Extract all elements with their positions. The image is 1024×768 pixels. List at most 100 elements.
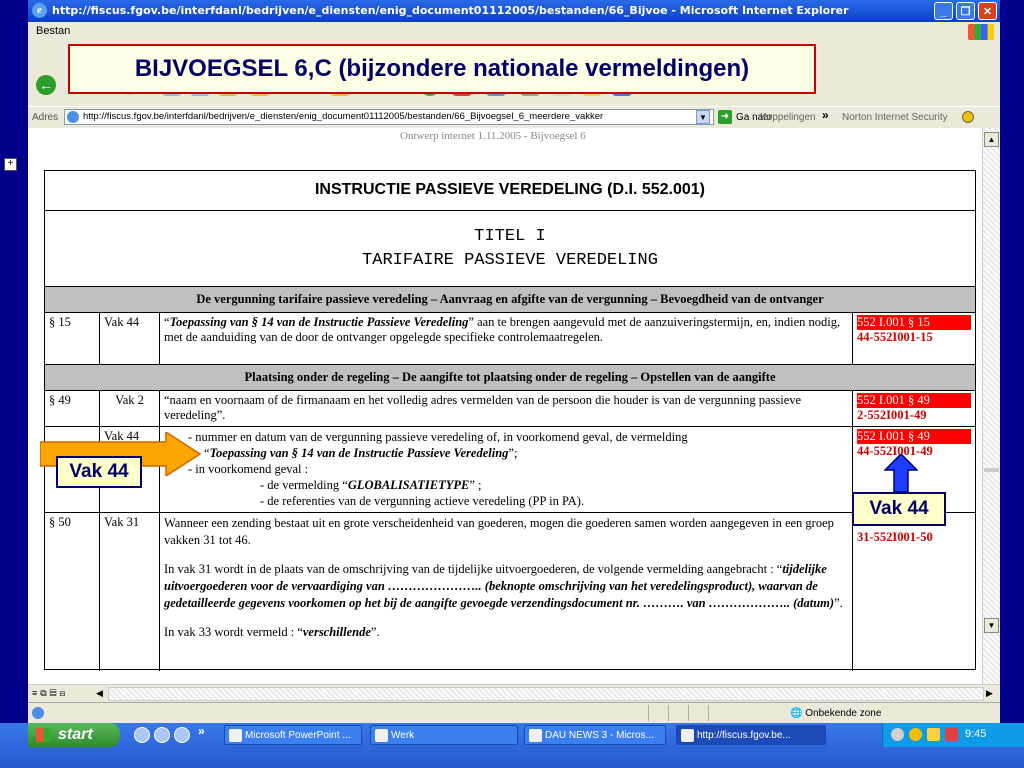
address-input[interactable]: http://fiscus.fgov.be/interfdanl/bedrijv… [64, 109, 714, 125]
quicklaunch-chevron[interactable]: » [198, 724, 205, 738]
code-cell: 31-552I001-50 [853, 513, 975, 671]
minimize-button[interactable]: _ [934, 2, 953, 20]
instruction-title: INSTRUCTIE PASSIEVE VEREDELING (D.I. 552… [45, 171, 975, 211]
scroll-thumb[interactable] [984, 468, 999, 472]
task-label: Microsoft PowerPoint ... [245, 730, 351, 741]
close-button[interactable]: ✕ [978, 2, 997, 20]
table-row: § 50 Vak 31 Wanneer een zending bestaat … [45, 513, 975, 671]
table-row: § 15 Vak 44 “Toepassing van § 14 van de … [45, 313, 975, 365]
document-ghost-header: Ontwerp internet 1.11.2005 - Bijvoegsel … [400, 130, 586, 142]
text-part-italic: GLOBALISATIETYPE [347, 478, 470, 492]
text-part-italic: Toepassing van § 14 van de Instructie Pa… [169, 315, 469, 329]
scroll-down-icon[interactable]: ▼ [984, 618, 999, 633]
table-row: § 49 Vak 2 “naam en voornaam of de firma… [45, 391, 975, 427]
task-ie[interactable]: http://fiscus.fgov.be... [676, 725, 826, 745]
section1-header: De vergunning tarifaire passieve veredel… [45, 287, 975, 313]
text-cell: Wanneer een zending bestaat uit en grote… [160, 513, 853, 671]
tray-chevron-icon[interactable] [891, 728, 904, 741]
code-cell: 552 I.001 § 15 44-552I001-15 [853, 313, 975, 364]
back-icon[interactable]: ← [36, 75, 56, 95]
maximize-button[interactable]: ❐ [956, 2, 975, 20]
blue-up-arrow-icon [884, 454, 918, 493]
task-label: Werk [391, 730, 415, 741]
norton-button[interactable]: Norton Internet Security [842, 112, 948, 123]
folder-icon [375, 729, 388, 742]
start-label: start [58, 726, 93, 743]
menu-file[interactable]: Bestan [36, 25, 70, 37]
address-dropdown-icon[interactable]: ▼ [696, 110, 710, 124]
quicklaunch-media-icon[interactable] [174, 727, 190, 743]
horizontal-scrollbar[interactable]: ≡⧉▤⊟ ◀ ▶ [28, 684, 1000, 703]
hscroll-track[interactable] [108, 687, 984, 701]
text-part: ”; [508, 446, 518, 460]
text-part: In vak 33 wordt vermeld : “ [164, 625, 303, 639]
par-cell: § 50 [45, 513, 100, 671]
task-powerpoint[interactable]: Microsoft PowerPoint ... [224, 725, 362, 745]
status-bar: 🌐 Onbekende zone [28, 702, 1000, 723]
taskbar: start » Microsoft PowerPoint ... Werk DA… [0, 723, 1024, 768]
ie-task-icon [681, 729, 694, 742]
vak44-callout-right: Vak 44 [852, 492, 946, 526]
text-paragraph: In vak 33 wordt vermeld : “verschillende… [164, 624, 848, 641]
powerpoint-icon [229, 729, 242, 742]
scroll-right-icon[interactable]: ▶ [986, 688, 993, 699]
task-label: DAU NEWS 3 - Micros... [545, 730, 654, 741]
page-icon [67, 111, 79, 123]
text-cell: - nummer en datum van de vergunning pass… [160, 427, 853, 512]
quicklaunch-ie-icon[interactable] [154, 727, 170, 743]
quicklaunch-icon[interactable] [134, 727, 150, 743]
text-line: - de referenties van de vergunning actie… [260, 494, 585, 508]
status-page-icon [32, 707, 44, 719]
vak-cell: Vak 31 [100, 513, 160, 671]
titel-line1: TITEL I [474, 227, 546, 246]
task-word[interactable]: DAU NEWS 3 - Micros... [524, 725, 666, 745]
norton-tray-icon[interactable] [909, 728, 922, 741]
expand-icon[interactable]: + [4, 158, 17, 171]
text-line: - de vermelding “GLOBALISATIETYPE” ; [164, 477, 848, 493]
code-badge: 552 I.001 § 49 [857, 393, 971, 408]
system-tray: 9:45 [882, 723, 1024, 747]
text-line: “Toepassing van § 14 van de Instructie P… [164, 445, 848, 461]
vak44-callout-left: Vak 44 [56, 456, 142, 488]
text-paragraph: Wanneer een zending bestaat uit en grote… [164, 516, 834, 547]
text-line: - in voorkomend geval : [188, 462, 309, 476]
status-separator [708, 705, 709, 721]
address-bar: Adres http://fiscus.fgov.be/interfdanl/b… [28, 106, 1000, 130]
view-mode-icons[interactable]: ≡⧉▤⊟ [32, 688, 68, 699]
text-part: - de vermelding “ [260, 478, 348, 492]
window-title: http://fiscus.fgov.be/interfdanl/bedrijv… [52, 4, 849, 17]
windows-logo-icon [968, 24, 994, 40]
clock[interactable]: 9:45 [965, 728, 986, 740]
word-icon [529, 729, 542, 742]
start-button[interactable]: start [28, 723, 120, 747]
text-part: In vak 31 wordt in de plaats van de omsc… [164, 562, 783, 576]
scroll-left-icon[interactable]: ◀ [96, 688, 103, 699]
status-separator [648, 705, 649, 721]
code-ref: 2-552I001-49 [857, 408, 927, 422]
tray-app-icon[interactable] [927, 728, 940, 741]
par-cell: § 49 [45, 391, 100, 426]
menu-bar: Bestan [28, 22, 1000, 43]
scroll-up-icon[interactable]: ▲ [984, 132, 999, 147]
address-label: Adres [32, 112, 59, 123]
text-part: ”. [370, 625, 380, 639]
text-paragraph: In vak 31 wordt in de plaats van de omsc… [164, 561, 848, 612]
code-badge: 552 I.001 § 15 [857, 315, 971, 330]
vertical-scrollbar[interactable]: ▲ ▼ [982, 128, 1000, 684]
task-werk[interactable]: Werk [370, 725, 518, 745]
instruction-table: INSTRUCTIE PASSIEVE VEREDELING (D.I. 552… [44, 170, 976, 671]
task-label: http://fiscus.fgov.be... [697, 730, 791, 741]
titel-block: TITEL I TARIFAIRE PASSIEVE VEREDELING [45, 211, 975, 287]
text-cell: “Toepassing van § 14 van de Instructie P… [160, 313, 853, 364]
language-icon[interactable] [945, 728, 958, 741]
section2-header: Plaatsing onder de regeling – De aangift… [45, 365, 975, 391]
links-chevron[interactable]: » [822, 108, 829, 122]
go-arrow-icon[interactable]: ➜ [718, 110, 732, 124]
vak-cell: Vak 44 [100, 313, 160, 364]
title-bar[interactable]: e http://fiscus.fgov.be/interfdanl/bedri… [28, 0, 1000, 22]
links-button[interactable]: Koppelingen [760, 112, 816, 123]
zone-text: Onbekende zone [805, 708, 882, 719]
zone-label: 🌐 Onbekende zone [790, 708, 882, 719]
norton-icon[interactable] [962, 111, 974, 123]
text-line: - nummer en datum van de vergunning pass… [188, 430, 688, 444]
